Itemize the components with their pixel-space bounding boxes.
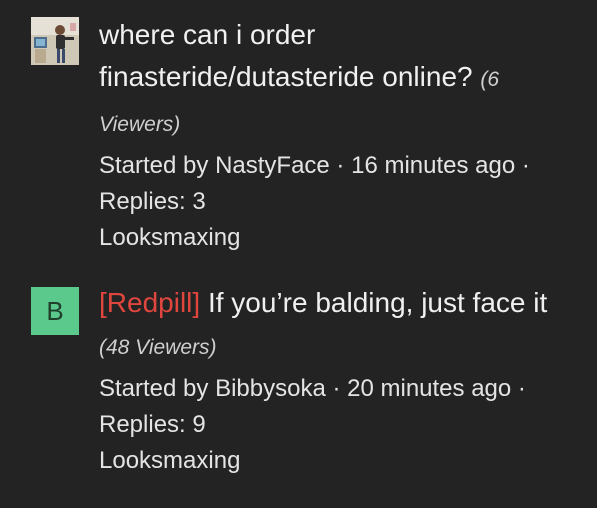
meta-separator: · xyxy=(329,152,352,179)
thread-content: [Redpill] If you’re balding, just face i… xyxy=(99,282,569,479)
viewer-count: (48 Viewers) xyxy=(99,336,217,359)
user-avatar-letter[interactable]: B xyxy=(31,287,79,335)
thread-meta: Started by Bibbysoka · 20 minutes ago · … xyxy=(99,371,569,443)
thread-title[interactable]: where can i order finasteride/dutasterid… xyxy=(99,19,473,92)
reply-count: Replies: 3 xyxy=(99,188,206,215)
author-link[interactable]: Bibbysoka xyxy=(215,375,326,402)
thread-prefix-label[interactable]: [Redpill] xyxy=(99,287,200,318)
meta-separator: · xyxy=(515,152,530,179)
user-photo-icon[interactable] xyxy=(31,17,79,65)
thread-content: where can i order finasteride/dutasterid… xyxy=(99,14,569,256)
reply-count: Replies: 9 xyxy=(99,411,206,438)
thread-time-link[interactable]: 16 minutes ago xyxy=(351,152,515,179)
forum-link[interactable]: Looksmaxing xyxy=(99,224,240,251)
thread-title-link[interactable]: where can i order finasteride/dutasterid… xyxy=(99,14,569,146)
started-by-label: Started by xyxy=(99,375,216,402)
meta-separator: · xyxy=(511,375,526,402)
thread-meta: Started by NastyFace · 16 minutes ago · … xyxy=(99,148,569,220)
author-link[interactable]: NastyFace xyxy=(215,152,330,179)
thread-title[interactable]: If you’re balding, just face it xyxy=(208,287,547,318)
thread-time-link[interactable]: 20 minutes ago xyxy=(347,375,511,402)
meta-separator: · xyxy=(325,375,348,402)
forum-link[interactable]: Looksmaxing xyxy=(99,447,240,474)
thread-title-link[interactable]: [Redpill] If you’re balding, just face i… xyxy=(99,282,569,369)
started-by-label: Started by xyxy=(99,152,216,179)
